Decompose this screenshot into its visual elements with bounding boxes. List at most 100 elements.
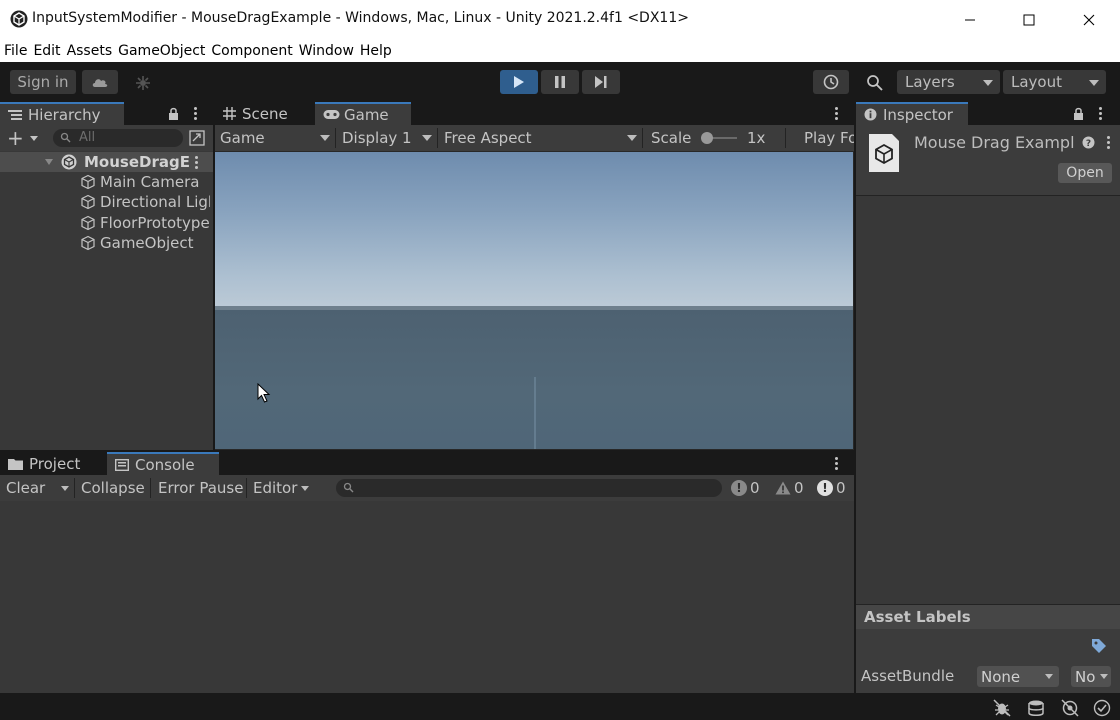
- window-title: InputSystemModifier - MouseDragExample -…: [32, 10, 689, 26]
- game-mode-dropdown[interactable]: Game: [220, 125, 332, 151]
- separator: [74, 478, 75, 498]
- hierarchy-item-label: GameObject: [100, 234, 194, 252]
- scene-visibility-icon[interactable]: [189, 130, 205, 146]
- scale-label: Scale: [651, 129, 692, 147]
- more-options-icon[interactable]: [835, 107, 838, 122]
- console-icon: [115, 458, 129, 471]
- inspector-header: Mouse Drag Exampl ? Open: [856, 125, 1120, 195]
- lock-icon[interactable]: [168, 107, 179, 120]
- network-off-icon[interactable]: [1061, 699, 1079, 717]
- editor-dropdown[interactable]: Editor: [253, 475, 313, 501]
- menu-window[interactable]: Window: [299, 43, 354, 59]
- menu-edit[interactable]: Edit: [33, 43, 60, 59]
- minimize-button[interactable]: [947, 0, 993, 39]
- inspector-panel: Inspector Mouse Drag Exampl ? Open Asset…: [856, 102, 1120, 693]
- separator: [150, 478, 151, 498]
- display-dropdown[interactable]: Display 1: [342, 125, 434, 151]
- separator: [335, 128, 336, 148]
- hierarchy-search-input[interactable]: All: [53, 129, 183, 147]
- gameobject-cube-icon: [81, 215, 95, 231]
- assetbundle-variant-dropdown[interactable]: No: [1071, 666, 1111, 687]
- info-count-toggle[interactable]: ! 0: [731, 475, 760, 501]
- collab-icon[interactable]: [134, 74, 152, 92]
- unity-scene-icon: [61, 154, 77, 170]
- close-button[interactable]: [1066, 0, 1112, 39]
- tab-scene[interactable]: Scene: [215, 102, 315, 125]
- console-toolbar: Clear Collapse Error Pause Editor ! 0 0: [0, 475, 854, 501]
- label-tag-icon[interactable]: [1091, 638, 1107, 654]
- lock-icon[interactable]: [1073, 107, 1084, 120]
- layers-dropdown[interactable]: Layers: [897, 70, 1000, 94]
- error-count: 0: [836, 479, 846, 497]
- floor-seam: [534, 377, 536, 449]
- warning-count-toggle[interactable]: 0: [775, 475, 804, 501]
- chevron-down-icon: [320, 135, 330, 141]
- clear-button[interactable]: Clear: [6, 475, 72, 501]
- cache-server-icon[interactable]: [1027, 699, 1045, 717]
- hierarchy-item-label: Directional Ligl: [100, 193, 210, 211]
- add-button[interactable]: +: [7, 125, 24, 151]
- play-button[interactable]: [500, 70, 538, 94]
- tab-project[interactable]: Project: [0, 452, 106, 475]
- assetbundle-dropdown[interactable]: None: [977, 666, 1059, 687]
- chevron-down-icon: [627, 135, 637, 141]
- tab-project-label: Project: [29, 454, 81, 473]
- more-options-icon[interactable]: [1099, 107, 1102, 122]
- maximize-button[interactable]: [1006, 0, 1052, 39]
- search-icon[interactable]: [866, 74, 884, 92]
- title-bar: InputSystemModifier - MouseDragExample -…: [0, 0, 1120, 39]
- step-button[interactable]: [582, 70, 620, 94]
- tab-inspector[interactable]: Inspector: [856, 102, 968, 125]
- tab-hierarchy[interactable]: Hierarchy: [0, 102, 124, 125]
- layout-dropdown[interactable]: Layout: [1003, 70, 1106, 94]
- pause-button[interactable]: [541, 70, 579, 94]
- sign-in-button[interactable]: Sign in: [10, 70, 76, 94]
- aspect-dropdown[interactable]: Free Aspect: [444, 125, 639, 151]
- hierarchy-item-gameobject[interactable]: GameObject: [80, 233, 210, 253]
- layers-label: Layers: [905, 73, 955, 91]
- bug-off-icon[interactable]: [993, 699, 1011, 717]
- cloud-icon[interactable]: [82, 70, 118, 94]
- asset-labels-title: Asset Labels: [864, 608, 971, 626]
- hierarchy-item-main-camera[interactable]: Main Camera: [80, 172, 210, 192]
- menu-bar: File Edit Assets GameObject Component Wi…: [0, 39, 1120, 62]
- tab-console[interactable]: Console: [107, 452, 219, 475]
- tab-game-label: Game: [344, 105, 389, 124]
- game-toolbar: Game Display 1 Free Aspect Scale 1x Play…: [215, 125, 854, 151]
- folder-icon: [8, 458, 23, 470]
- check-circle-icon[interactable]: [1093, 699, 1111, 717]
- error-pause-toggle[interactable]: Error Pause: [158, 475, 243, 501]
- menu-gameobject[interactable]: GameObject: [118, 43, 205, 59]
- status-bar: [0, 694, 1120, 720]
- menu-help[interactable]: Help: [360, 43, 392, 59]
- help-icon[interactable]: ?: [1082, 136, 1095, 149]
- more-options-icon[interactable]: [835, 457, 838, 472]
- hierarchy-item-floor-prototype[interactable]: FloorPrototype: [80, 213, 210, 233]
- error-count-toggle[interactable]: ! 0: [817, 475, 846, 501]
- scene-options-icon[interactable]: [195, 156, 198, 171]
- history-icon[interactable]: [813, 70, 849, 94]
- editor-label: Editor: [253, 479, 298, 497]
- scene-row[interactable]: MouseDragE:: [0, 152, 213, 172]
- menu-file[interactable]: File: [4, 43, 27, 59]
- asset-name: Mouse Drag Exampl: [914, 133, 1075, 152]
- open-button[interactable]: Open: [1058, 163, 1112, 183]
- more-options-icon[interactable]: [194, 107, 197, 122]
- menu-component[interactable]: Component: [211, 43, 292, 59]
- console-search-input[interactable]: [336, 479, 722, 497]
- hierarchy-item-directional-light[interactable]: Directional Ligl: [80, 192, 210, 212]
- play-focused-dropdown[interactable]: Play Fo: [804, 125, 854, 151]
- separator: [642, 128, 643, 148]
- game-viewport[interactable]: [215, 152, 853, 449]
- assetbundle-value: None: [981, 667, 1021, 686]
- gameobject-cube-icon: [81, 235, 95, 251]
- menu-assets[interactable]: Assets: [67, 43, 113, 59]
- list-icon: [8, 109, 22, 121]
- tab-game[interactable]: Game: [315, 102, 411, 125]
- expand-arrow-icon[interactable]: [45, 159, 53, 165]
- chevron-down-icon: [1089, 80, 1099, 86]
- asset-options-icon[interactable]: [1107, 136, 1110, 151]
- collapse-toggle[interactable]: Collapse: [81, 475, 145, 501]
- scale-slider-thumb[interactable]: [701, 132, 713, 144]
- scene-name: MouseDragE:: [84, 153, 189, 171]
